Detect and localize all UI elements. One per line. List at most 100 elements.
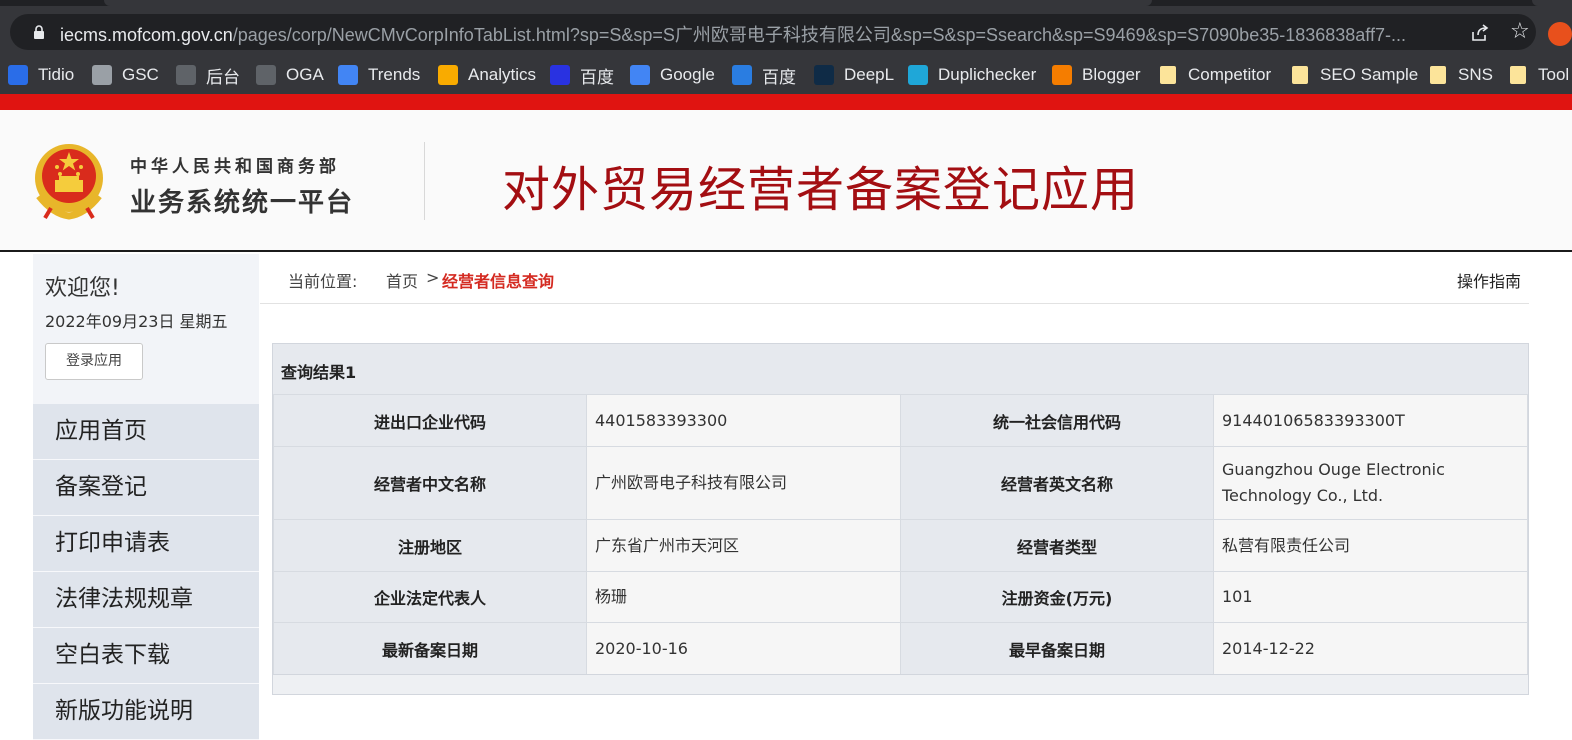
bookmark-competitor[interactable]: Competitor	[1160, 64, 1271, 86]
tidio-icon	[8, 65, 28, 85]
field-value: 2020-10-16	[586, 622, 901, 675]
oga-icon	[256, 65, 276, 85]
sidebar-item-blank-forms[interactable]: 空白表下载	[33, 628, 259, 684]
google-translate-icon	[630, 65, 650, 85]
table-row: 最新备案日期 2020-10-16 最早备案日期 2014-12-22	[273, 622, 1528, 675]
result-title: 查询结果1	[281, 363, 357, 382]
bookmark-google[interactable]: Google	[630, 64, 715, 86]
field-value: 私营有限责任公司	[1213, 519, 1528, 572]
folder-icon	[1510, 66, 1526, 84]
site-header: 中华人民共和国商务部 业务系统统一平台 对外贸易经营者备案登记应用	[0, 110, 1572, 252]
backend-icon	[176, 65, 196, 85]
bookmark-label: Tool	[1538, 65, 1570, 84]
field-label: 注册地区	[273, 519, 587, 572]
deepl-icon	[814, 65, 834, 85]
trends-icon	[338, 65, 358, 85]
sidebar-item-registration[interactable]: 备案登记	[33, 460, 259, 516]
table-row: 注册地区 广东省广州市天河区 经营者类型 私营有限责任公司	[273, 519, 1528, 572]
field-label: 统一社会信用代码	[900, 394, 1214, 447]
field-value: Guangzhou Ouge Electronic Technology Co.…	[1213, 446, 1528, 520]
url-text[interactable]: iecms.mofcom.gov.cn/pages/corp/NewCMvCor…	[60, 21, 1460, 47]
table-row: 企业法定代表人 杨珊 注册资金(万元) 101	[273, 571, 1528, 623]
bookmark-tidio[interactable]: Tidio	[8, 64, 74, 86]
lock-icon[interactable]	[32, 25, 46, 39]
bookmark-star-icon[interactable]: ☆	[1510, 21, 1532, 43]
gsc-icon	[92, 65, 112, 85]
baidu-translate-icon	[732, 65, 752, 85]
bookmark-blogger[interactable]: Blogger	[1052, 64, 1141, 86]
sidebar-item-new-features[interactable]: 新版功能说明	[33, 684, 259, 740]
field-label: 经营者中文名称	[273, 446, 587, 520]
bookmark-sns[interactable]: SNS	[1430, 64, 1493, 86]
result-footer	[273, 674, 1528, 694]
field-value: 101	[1213, 571, 1528, 623]
folder-icon	[1292, 66, 1308, 84]
sidebar: 欢迎您! 2022年09月23日 星期五 登录应用 应用首页 备案登记 打印申请…	[33, 254, 259, 740]
address-bar[interactable]: iecms.mofcom.gov.cn/pages/corp/NewCMvCor…	[10, 14, 1536, 50]
folder-icon	[1160, 66, 1176, 84]
field-value: 2014-12-22	[1213, 622, 1528, 675]
field-label: 企业法定代表人	[273, 571, 587, 623]
folder-icon	[1430, 66, 1446, 84]
bookmark-label: Duplichecker	[938, 65, 1037, 84]
field-label: 经营者类型	[900, 519, 1214, 572]
field-label: 最新备案日期	[273, 622, 587, 675]
bookmark-tool[interactable]: Tool	[1510, 64, 1569, 86]
login-app-button[interactable]: 登录应用	[45, 343, 143, 380]
url-host: iecms.mofcom.gov.cn	[60, 25, 233, 45]
field-label: 最早备案日期	[900, 622, 1214, 675]
blogger-icon	[1052, 65, 1072, 85]
share-icon[interactable]	[1470, 23, 1490, 43]
bookmark-gsc[interactable]: GSC	[92, 64, 159, 86]
bookmark-duplichecker[interactable]: Duplichecker	[908, 64, 1036, 86]
analytics-icon	[438, 65, 458, 85]
table-row: 进出口企业代码 4401583393300 统一社会信用代码 914401065…	[273, 394, 1528, 447]
bookmark-trends[interactable]: Trends	[338, 64, 420, 86]
app-title: 对外贸易经营者备案登记应用	[502, 162, 1140, 218]
breadcrumb: 当前位置: 首页 > 经营者信息查询 操作指南	[260, 254, 1529, 304]
bookmark-label: Tidio	[38, 65, 75, 84]
sidebar-item-print-form[interactable]: 打印申请表	[33, 516, 259, 572]
field-value: 杨珊	[586, 571, 901, 623]
current-date: 2022年09月23日 星期五	[45, 312, 228, 331]
table-row: 经营者中文名称 广州欧哥电子科技有限公司 经营者英文名称 Guangzhou O…	[273, 446, 1528, 520]
bookmark-label: Trends	[368, 65, 421, 84]
header-divider	[424, 142, 425, 220]
ministry-name: 中华人民共和国商务部	[130, 157, 340, 177]
query-result-panel: 查询结果1 进出口企业代码 4401583393300 统一社会信用代码 914…	[272, 343, 1529, 695]
operation-guide-link[interactable]: 操作指南	[1457, 268, 1521, 292]
bookmark-百度[interactable]: 百度	[550, 64, 614, 87]
bookmark-label: 百度	[580, 67, 614, 87]
breadcrumb-home-link[interactable]: 首页	[386, 268, 418, 292]
bookmark-analytics[interactable]: Analytics	[438, 64, 536, 86]
bookmark-label: GSC	[122, 65, 159, 84]
platform-name: 业务系统统一平台	[130, 188, 355, 218]
bookmark-deepl[interactable]: DeepL	[814, 64, 894, 86]
duplichecker-icon	[908, 65, 928, 85]
breadcrumb-current: 经营者信息查询	[442, 272, 555, 291]
national-emblem-icon	[35, 144, 103, 220]
bookmark-oga[interactable]: OGA	[256, 64, 324, 86]
bookmark-label: Analytics	[468, 65, 537, 84]
sidebar-nav: 应用首页 备案登记 打印申请表 法律法规规章 空白表下载 新版功能说明	[33, 404, 259, 740]
bookmark-label: SNS	[1458, 65, 1493, 84]
field-value: 广东省广州市天河区	[586, 519, 901, 572]
bookmark-百度[interactable]: 百度	[732, 64, 796, 87]
field-value: 4401583393300	[586, 394, 901, 447]
bookmark-后台[interactable]: 后台	[176, 64, 240, 87]
field-value: 91440106583393300T	[1213, 394, 1528, 447]
breadcrumb-label: 当前位置:	[288, 272, 358, 291]
bookmark-label: Blogger	[1082, 65, 1141, 84]
field-value: 广州欧哥电子科技有限公司	[586, 446, 901, 520]
sidebar-item-laws[interactable]: 法律法规规章	[33, 572, 259, 628]
sidebar-item-home[interactable]: 应用首页	[33, 404, 259, 460]
result-table: 进出口企业代码 4401583393300 统一社会信用代码 914401065…	[273, 394, 1528, 675]
welcome-text: 欢迎您!	[45, 276, 120, 301]
bookmark-label: SEO Sample	[1320, 65, 1419, 84]
bookmark-label: 后台	[206, 67, 240, 87]
extension-icon[interactable]	[1548, 22, 1572, 46]
baidu-icon	[550, 65, 570, 85]
field-label: 注册资金(万元)	[900, 571, 1214, 623]
bookmark-seo-sample[interactable]: SEO Sample	[1292, 64, 1418, 86]
bookmark-label: DeepL	[844, 65, 895, 84]
